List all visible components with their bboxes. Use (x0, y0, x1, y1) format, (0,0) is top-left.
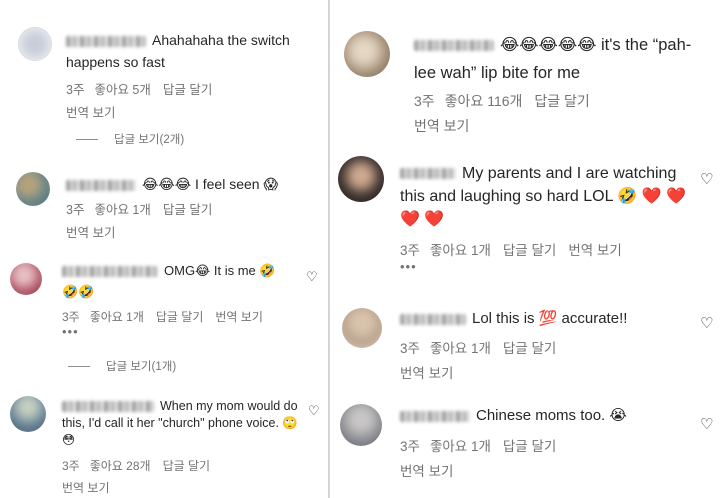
avatar-image (338, 156, 384, 202)
avatar-image (10, 263, 42, 295)
comment: When my mom would do this, I'd call it h… (0, 393, 328, 498)
comment-time: 3주 (400, 341, 420, 356)
like-count[interactable]: 좋아요 28개 (90, 459, 151, 473)
avatar-image (10, 396, 46, 432)
comment: My parents and I are watching this and l… (330, 150, 720, 290)
comment-text: 😂😂😂😂😂 it's the “pah-lee wah” lip bite fo… (414, 31, 700, 87)
reply-button[interactable]: 답글 달기 (156, 310, 204, 324)
like-count[interactable]: 좋아요 1개 (430, 243, 491, 258)
like-count[interactable]: 좋아요 1개 (430, 341, 491, 356)
reply-button[interactable]: 답글 달기 (163, 459, 211, 473)
heart-icon[interactable]: ♡ (308, 403, 320, 419)
avatar-image (19, 28, 51, 60)
heart-icon[interactable]: ♡ (700, 415, 713, 433)
comment-text: Chinese moms too. 😭 (400, 405, 690, 427)
avatar-image (16, 172, 50, 206)
comment: 😂😂😂😂😂 it's the “pah-lee wah” lip bite fo… (330, 0, 720, 150)
comment-meta: 3주 좋아요 28개 답글 달기 (62, 457, 298, 474)
more-options-icon[interactable]: ••• (400, 259, 700, 274)
comment-time: 3주 (414, 93, 435, 109)
comment-time: 3주 (400, 439, 420, 454)
username-blurred[interactable] (414, 40, 494, 52)
username-blurred[interactable] (400, 410, 470, 422)
translate-link[interactable]: 번역 보기 (66, 222, 316, 241)
reply-button[interactable]: 답글 달기 (503, 341, 556, 356)
comment-time: 3주 (62, 459, 80, 473)
comment: OMG😂 It is me 🤣 🤣🤣 3주 좋아요 1개 답글 달기 번역 보기 ••… (0, 255, 328, 385)
avatar[interactable] (16, 172, 50, 206)
translate-link[interactable]: 번역 보기 (414, 116, 700, 136)
avatar[interactable] (342, 308, 382, 348)
comment: Ahahahaha the switch happens so fast 3주 좋… (0, 0, 328, 150)
like-count[interactable]: 좋아요 1개 (94, 203, 150, 217)
username-blurred[interactable] (400, 313, 466, 325)
replies-line (76, 139, 98, 141)
like-count[interactable]: 좋아요 116개 (445, 93, 523, 109)
comment: Chinese moms too. 😭 3주 좋아요 1개 답글 달기 번역 보기 … (330, 395, 720, 498)
comment-time: 3주 (66, 203, 85, 217)
avatar[interactable] (340, 404, 382, 446)
avatar[interactable] (18, 27, 52, 61)
translate-link[interactable]: 번역 보기 (66, 102, 306, 121)
translate-link[interactable]: 번역 보기 (400, 460, 690, 480)
replies-line (68, 366, 90, 368)
reply-button[interactable]: 답글 달기 (163, 203, 212, 217)
more-options-icon[interactable]: ••• (62, 324, 294, 339)
comment-text: Ahahahaha the switch happens so fast (66, 29, 306, 73)
reply-button[interactable]: 답글 달기 (163, 83, 212, 97)
username-blurred[interactable] (62, 401, 154, 413)
comment-time: 3주 (62, 310, 80, 324)
comment-text: 😂😂😂 I feel seen 😱 (66, 173, 316, 195)
avatar[interactable] (10, 263, 42, 295)
comment-meta: 3주 좋아요 1개 답글 달기 번역 보기 (62, 308, 294, 325)
like-count[interactable]: 좋아요 5개 (94, 83, 150, 97)
translate-link[interactable]: 번역 보기 (568, 243, 621, 258)
view-replies-button[interactable]: 답글 보기(2개) (76, 131, 184, 147)
avatar-image (344, 31, 390, 77)
avatar-image (342, 308, 382, 348)
comment-meta: 3주 좋아요 1개 답글 달기 (66, 199, 316, 218)
comment-text: OMG😂 It is me 🤣 🤣🤣 (62, 260, 294, 302)
comment-body: 😂😂😂 I feel seen 😱 (142, 176, 279, 192)
comment-meta: 3주 좋아요 1개 답글 달기 (400, 435, 690, 455)
heart-icon[interactable]: ♡ (700, 314, 713, 332)
comment-meta: 3주 좋아요 5개 답글 달기 (66, 79, 306, 98)
comment-body: Lol this is 💯 accurate!! (472, 310, 628, 327)
username-blurred[interactable] (66, 179, 136, 191)
view-replies-label: 답글 보기(1개) (106, 361, 177, 373)
reply-button[interactable]: 답글 달기 (534, 93, 589, 109)
view-replies-button[interactable]: 답글 보기(1개) (68, 358, 176, 374)
comment: Lol this is 💯 accurate!! 3주 좋아요 1개 답글 달기 번… (330, 298, 720, 388)
comment-text: When my mom would do this, I'd call it h… (62, 398, 298, 449)
avatar-image (340, 404, 382, 446)
heart-icon[interactable]: ♡ (306, 269, 318, 285)
comment-meta: 3주 좋아요 1개 답글 달기 (400, 337, 690, 357)
comment-text: My parents and I are watching this and l… (400, 162, 700, 231)
username-blurred[interactable] (400, 168, 456, 180)
comment-body: Chinese moms too. 😭 (476, 407, 627, 424)
reply-button[interactable]: 답글 달기 (503, 243, 556, 258)
avatar[interactable] (10, 396, 46, 432)
translate-link[interactable]: 번역 보기 (62, 479, 298, 496)
username-blurred[interactable] (62, 266, 158, 278)
comment: 😂😂😂 I feel seen 😱 3주 좋아요 1개 답글 달기 번역 보기 (0, 160, 328, 240)
avatar[interactable] (338, 156, 384, 202)
avatar[interactable] (344, 31, 390, 77)
comment-meta: 3주 좋아요 1개 답글 달기 번역 보기 (400, 239, 700, 259)
reply-button[interactable]: 답글 달기 (503, 439, 556, 454)
heart-icon[interactable]: ♡ (700, 170, 713, 188)
like-count[interactable]: 좋아요 1개 (90, 310, 144, 324)
username-blurred[interactable] (66, 35, 146, 47)
comment-time: 3주 (66, 83, 85, 97)
comment-meta: 3주 좋아요 116개 답글 달기 (414, 91, 700, 111)
like-count[interactable]: 좋아요 1개 (430, 439, 491, 454)
translate-link[interactable]: 번역 보기 (400, 362, 690, 382)
translate-link[interactable]: 번역 보기 (215, 310, 263, 324)
comment-time: 3주 (400, 243, 420, 258)
comment-text: Lol this is 💯 accurate!! (400, 308, 690, 330)
view-replies-label: 답글 보기(2개) (114, 134, 185, 146)
